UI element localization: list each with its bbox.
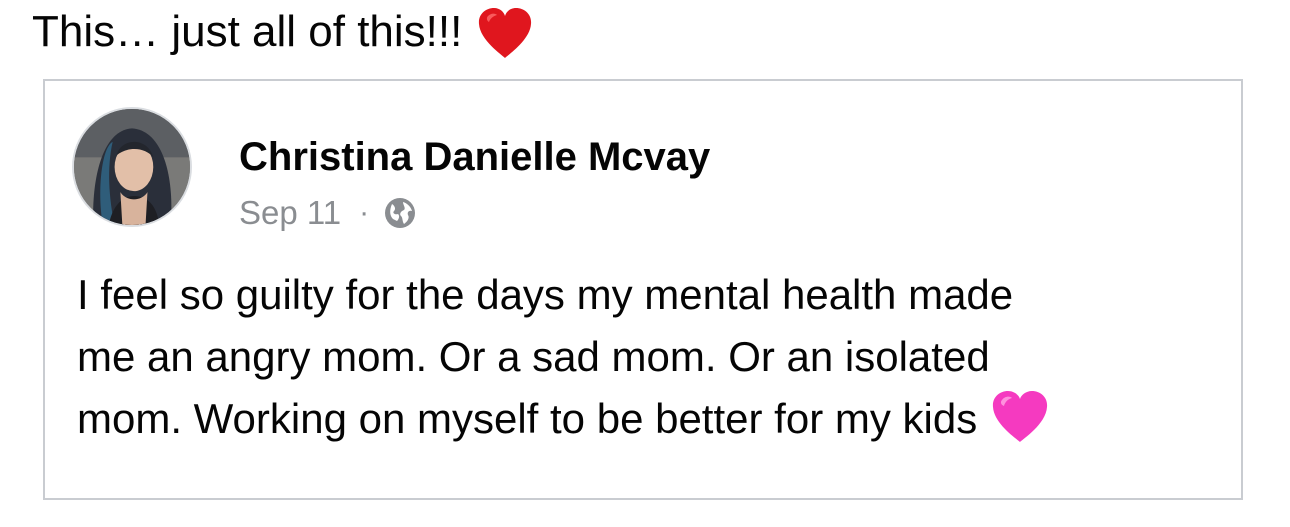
shared-post-card[interactable]: Christina Danielle Mcvay Sep 11 · I feel… <box>43 79 1243 500</box>
post-body: I feel so guilty for the days my mental … <box>77 264 1217 450</box>
post-date[interactable]: Sep 11 <box>239 194 341 232</box>
avatar[interactable] <box>72 107 192 227</box>
post-body-line: me an angry mom. Or a sad mom. Or an iso… <box>77 333 990 380</box>
author-name[interactable]: Christina Danielle Mcvay <box>239 133 710 181</box>
caption-text: This… just all of this!!! <box>32 7 463 56</box>
red-heart-icon <box>476 6 534 62</box>
post-meta: Sep 11 · <box>239 191 417 235</box>
post-caption: This… just all of this!!! <box>32 2 534 62</box>
post-body-line: I feel so guilty for the days my mental … <box>77 271 1014 318</box>
post-body-line-text: mom. Working on myself to be better for … <box>77 395 978 442</box>
post-body-last-line: mom. Working on myself to be better for … <box>77 388 1217 450</box>
globe-icon[interactable] <box>383 196 417 230</box>
pink-heart-icon <box>991 389 1049 445</box>
meta-separator: · <box>359 196 370 229</box>
